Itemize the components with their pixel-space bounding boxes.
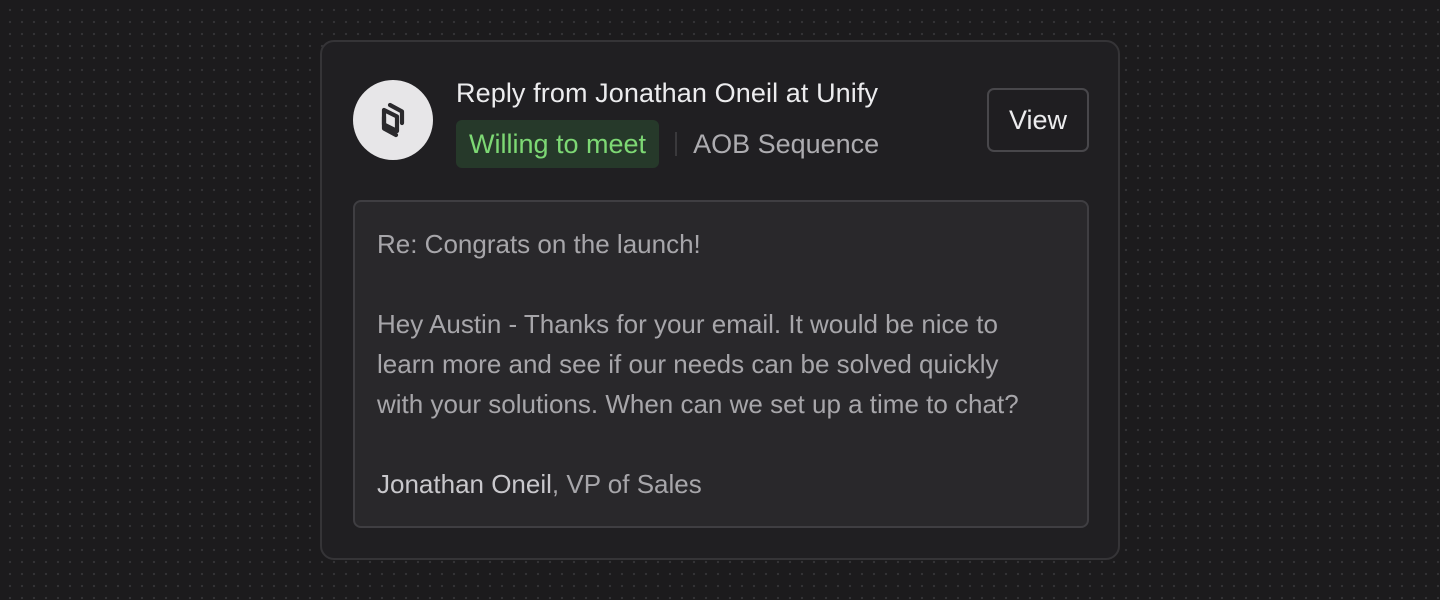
email-subject: Re: Congrats on the launch!: [377, 229, 701, 259]
company-avatar: [353, 80, 433, 160]
email-body-line: with your solutions. When can we set up …: [377, 389, 1019, 419]
email-signature: Jonathan Oneil, VP of Sales: [377, 464, 1065, 504]
email-body-line: Hey Austin - Thanks for your email. It w…: [377, 309, 998, 339]
view-button[interactable]: View: [987, 88, 1089, 152]
email-body-line: learn more and see if our needs can be s…: [377, 349, 999, 379]
email-preview: Re: Congrats on the launch! Hey Austin -…: [353, 200, 1089, 528]
email-body: Hey Austin - Thanks for your email. It w…: [377, 304, 1065, 424]
notification-meta: Willing to meet AOB Sequence: [456, 120, 879, 168]
signature-title: , VP of Sales: [551, 469, 702, 499]
meta-divider: [675, 132, 678, 156]
sequence-label: AOB Sequence: [693, 129, 880, 159]
notification-title: Reply from Jonathan Oneil at Unify: [456, 78, 879, 108]
reply-notification-card: Reply from Jonathan Oneil at Unify Willi…: [320, 40, 1120, 560]
unify-logo-icon: [381, 102, 405, 138]
signature-name: Jonathan Oneil: [377, 469, 552, 499]
status-badge: Willing to meet: [456, 120, 660, 168]
